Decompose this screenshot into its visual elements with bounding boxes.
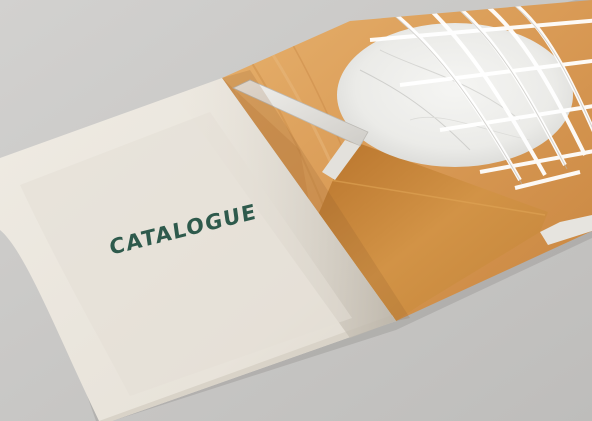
catalogue-mockup-scene: CATALOGUE (0, 0, 592, 421)
open-brochure-illustration (0, 0, 592, 421)
